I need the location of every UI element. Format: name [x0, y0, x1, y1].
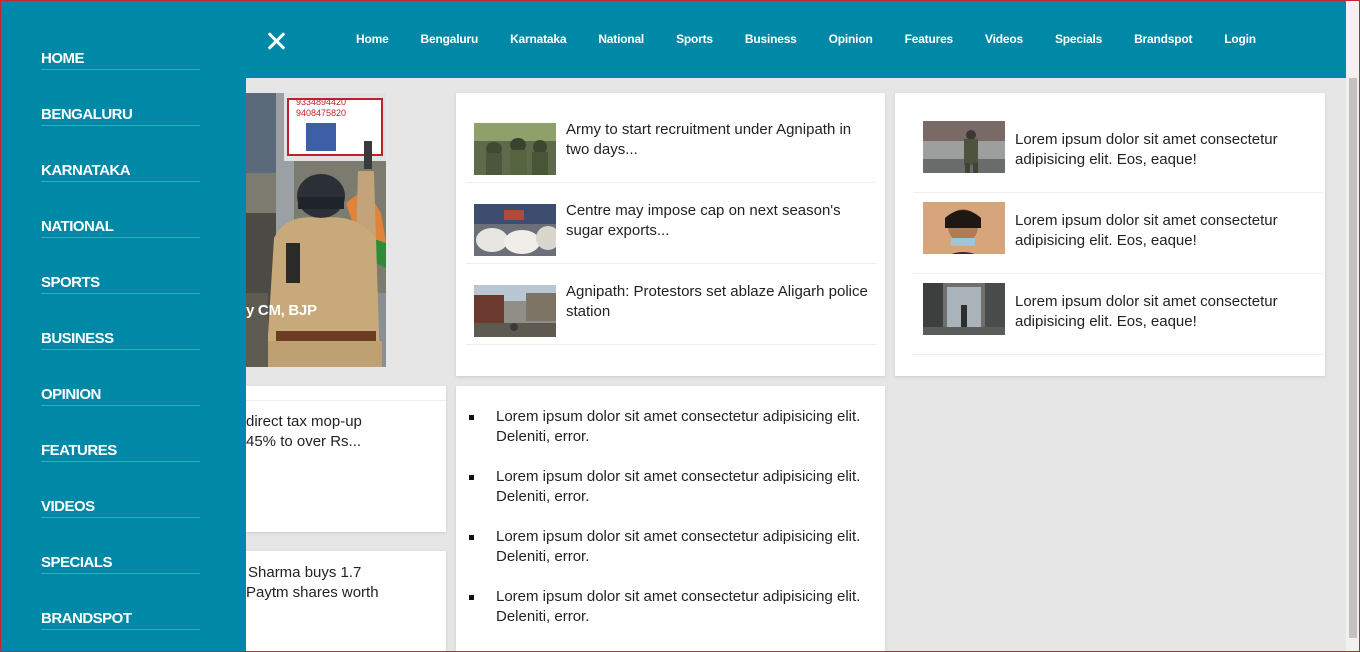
close-icon[interactable]: [262, 26, 292, 56]
news-title[interactable]: Centre may impose cap on next season's s…: [566, 201, 871, 241]
drawer-item-videos[interactable]: VIDEOS: [41, 498, 200, 518]
police-protest-photo: 9334894420 9408475820: [246, 93, 386, 367]
news-item[interactable]: Agnipath: Protestors set ablaze Aligarh …: [466, 264, 876, 345]
news-thumbnail[interactable]: [923, 283, 1005, 335]
story-card-partial-2[interactable]: Sharma buys 1.7 Paytm shares worth: [246, 551, 446, 652]
news-thumbnail[interactable]: [474, 285, 556, 337]
drawer-item-opinion[interactable]: OPINION: [41, 386, 200, 406]
news-title[interactable]: Agnipath: Protestors set ablaze Aligarh …: [566, 282, 871, 322]
drawer-item-business[interactable]: BUSINESS: [41, 330, 200, 350]
nav-brandspot[interactable]: Brandspot: [1134, 32, 1192, 46]
drawer-item-brandspot[interactable]: BRANDSPOT: [41, 610, 200, 630]
story-title-line: Sharma buys 1.7: [248, 564, 362, 581]
page-scrollbar[interactable]: [1346, 0, 1360, 652]
news-thumbnail[interactable]: [474, 204, 556, 256]
nav-videos[interactable]: Videos: [985, 32, 1023, 46]
story-title-line: Paytm shares worth: [246, 584, 379, 601]
nav-sports[interactable]: Sports: [676, 32, 713, 46]
scrollbar-thumb[interactable]: [1349, 78, 1357, 638]
bullet-icon: [469, 535, 474, 540]
news-thumbnail[interactable]: [923, 202, 1005, 254]
nav-specials[interactable]: Specials: [1055, 32, 1102, 46]
news-thumbnail[interactable]: [474, 123, 556, 175]
drawer-item-national[interactable]: NATIONAL: [41, 218, 200, 238]
svg-text:9408475820: 9408475820: [296, 108, 346, 118]
news-item[interactable]: Army to start recruitment under Agnipath…: [466, 102, 876, 183]
story-title-line: 45% to over Rs...: [246, 433, 362, 450]
news-item[interactable]: Lorem ipsum dolor sit amet consectetur a…: [913, 112, 1323, 193]
news-title[interactable]: Army to start recruitment under Agnipath…: [566, 120, 871, 160]
hero-image[interactable]: 9334894420 9408475820 y CM, BJP: [246, 93, 386, 367]
news-title[interactable]: Lorem ipsum dolor sit amet consectetur a…: [1015, 211, 1320, 251]
news-item[interactable]: Lorem ipsum dolor sit amet consectetur a…: [913, 193, 1323, 274]
list-item-text[interactable]: Lorem ipsum dolor sit amet consectetur a…: [496, 407, 876, 447]
svg-text:9334894420: 9334894420: [296, 97, 346, 107]
news-title[interactable]: Lorem ipsum dolor sit amet consectetur a…: [1015, 130, 1320, 170]
lorem-news-card: Lorem ipsum dolor sit amet consectetur a…: [895, 93, 1325, 376]
news-item[interactable]: Centre may impose cap on next season's s…: [466, 183, 876, 264]
nav-bengaluru[interactable]: Bengaluru: [421, 32, 479, 46]
nav-home[interactable]: Home: [356, 32, 389, 46]
list-item-text[interactable]: Lorem ipsum dolor sit amet consectetur a…: [496, 467, 876, 507]
side-drawer: HOME BENGALURU KARNATAKA NATIONAL SPORTS…: [0, 0, 246, 652]
news-title[interactable]: Lorem ipsum dolor sit amet consectetur a…: [1015, 292, 1320, 332]
news-list-card: Army to start recruitment under Agnipath…: [456, 93, 885, 376]
list-item-text[interactable]: Lorem ipsum dolor sit amet consectetur a…: [496, 527, 876, 567]
drawer-item-sports[interactable]: SPORTS: [41, 274, 200, 294]
nav-business[interactable]: Business: [745, 32, 797, 46]
drawer-item-home[interactable]: HOME: [41, 50, 200, 70]
list-item-text[interactable]: Lorem ipsum dolor sit amet consectetur a…: [496, 587, 876, 627]
drawer-item-karnataka[interactable]: KARNATAKA: [41, 162, 200, 182]
story-card-partial-1[interactable]: direct tax mop-up 45% to over Rs...: [246, 386, 446, 532]
drawer-item-specials[interactable]: SPECIALS: [41, 554, 200, 574]
nav-opinion[interactable]: Opinion: [829, 32, 873, 46]
bullet-icon: [469, 595, 474, 600]
top-nav-links: Home Bengaluru Karnataka National Sports…: [340, 0, 1272, 78]
story-title-line: direct tax mop-up: [246, 413, 362, 430]
nav-features[interactable]: Features: [905, 32, 954, 46]
hero-caption: y CM, BJP: [246, 302, 317, 319]
drawer-item-bengaluru[interactable]: BENGALURU: [41, 106, 200, 126]
nav-karnataka[interactable]: Karnataka: [510, 32, 566, 46]
news-thumbnail[interactable]: [923, 121, 1005, 173]
drawer-item-features[interactable]: FEATURES: [41, 442, 200, 462]
nav-login[interactable]: Login: [1224, 32, 1256, 46]
nav-national[interactable]: National: [598, 32, 644, 46]
bullet-list-card: Lorem ipsum dolor sit amet consectetur a…: [456, 386, 885, 652]
bullet-icon: [469, 415, 474, 420]
bullet-icon: [469, 475, 474, 480]
news-item[interactable]: Lorem ipsum dolor sit amet consectetur a…: [913, 274, 1323, 355]
